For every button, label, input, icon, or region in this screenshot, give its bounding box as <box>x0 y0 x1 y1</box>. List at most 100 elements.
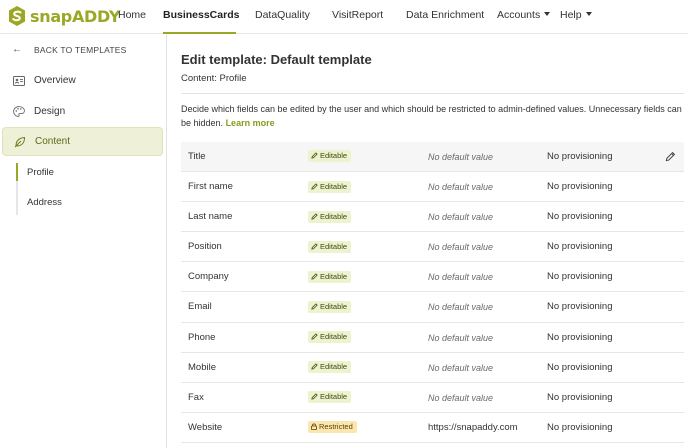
sidebar-item-overview-label: Overview <box>34 75 76 86</box>
learn-more-link[interactable]: Learn more <box>226 118 275 128</box>
table-row[interactable]: First name Editable No default value No pro… <box>181 172 684 203</box>
status-badge-label: Editable <box>320 241 348 251</box>
sidebar-item-content[interactable]: Content <box>2 127 163 156</box>
status-badge-label: Restricted <box>319 422 353 432</box>
pencil-icon <box>311 332 320 341</box>
provisioning-value: No provisioning <box>547 331 613 343</box>
edit-pencil-icon[interactable] <box>665 142 676 172</box>
nav-businesscards[interactable]: BusinessCards <box>163 0 240 34</box>
nav-dataquality-label: DataQuality <box>255 9 310 21</box>
pencil-icon <box>311 212 320 221</box>
provisioning-value: No provisioning <box>547 211 613 223</box>
status-badge[interactable]: Restricted <box>308 421 357 434</box>
default-value: No default value <box>428 212 494 223</box>
description-text: Decide which fields can be edited by the… <box>181 102 684 130</box>
status-badge-cell: Editable <box>308 262 352 292</box>
status-badge[interactable]: Editable <box>308 391 352 404</box>
table-row[interactable]: Last name Editable No default value No prov… <box>181 202 684 233</box>
field-name: Phone <box>188 331 216 343</box>
status-badge[interactable]: Editable <box>308 300 352 313</box>
sidebar-subitem-address[interactable]: Address <box>27 197 62 208</box>
nav-help-label: Help <box>560 9 582 21</box>
subitem-divider-line <box>16 181 18 215</box>
default-value: No default value <box>428 242 494 253</box>
nav-visitreport-label: VisitReport <box>332 9 384 21</box>
sidebar-item-overview[interactable]: Overview <box>2 66 163 95</box>
default-value: No default value <box>428 152 494 162</box>
table-row[interactable]: Phone Editable No default value No provisio… <box>181 323 684 353</box>
provisioning-value: No provisioning <box>547 271 613 283</box>
table-row[interactable]: Mobile Editable No default value No provisi… <box>181 353 684 383</box>
default-value: No default value <box>428 362 494 373</box>
status-badge-cell: Editable <box>308 172 352 202</box>
nav-data-enrichment-label: Data Enrichment <box>406 9 485 21</box>
status-badge-label: Editable <box>320 392 348 402</box>
pencil-icon <box>311 392 320 401</box>
field-name: Fax <box>188 391 204 403</box>
status-badge-label: Editable <box>320 181 348 191</box>
nav-data-enrichment[interactable]: Data Enrichment <box>406 0 484 34</box>
chevron-down-icon <box>585 12 592 16</box>
status-badge-label: Editable <box>320 301 348 311</box>
header-divider <box>181 93 684 94</box>
status-badge[interactable]: Editable <box>308 150 352 163</box>
fields-table: Title Editable No default value No provisio… <box>181 142 684 443</box>
table-row[interactable]: Website Restricted https://snapaddy.com No … <box>181 413 684 443</box>
default-value: No default value <box>428 332 494 343</box>
status-badge[interactable]: Editable <box>308 210 352 223</box>
nav-home[interactable]: Home <box>118 0 146 34</box>
provisioning-value: No provisioning <box>547 181 613 193</box>
sidebar-item-design[interactable]: Design <box>2 97 163 126</box>
nav-help-dropdown[interactable]: Help <box>560 0 592 34</box>
provisioning-value: No provisioning <box>547 361 613 373</box>
provisioning-value: No provisioning <box>547 391 613 403</box>
provisioning-value: No provisioning <box>547 151 613 162</box>
status-badge-cell: Editable <box>308 353 352 383</box>
status-badge[interactable]: Editable <box>308 180 352 193</box>
leaf-icon <box>13 136 27 148</box>
status-badge[interactable]: Editable <box>308 270 352 283</box>
active-subitem-indicator <box>16 163 18 181</box>
arrow-left-icon: ← <box>12 44 23 55</box>
status-badge[interactable]: Editable <box>308 331 352 344</box>
page-subtitle: Content: Profile <box>181 73 247 84</box>
field-name: Title <box>188 151 206 162</box>
back-to-templates-link[interactable]: ← BACK TO TEMPLATES <box>12 44 127 55</box>
status-badge-cell: Editable <box>308 142 352 172</box>
status-badge-cell: Editable <box>308 383 352 413</box>
nav-accounts-dropdown[interactable]: Accounts <box>497 0 551 34</box>
status-badge[interactable]: Editable <box>308 361 352 374</box>
nav-businesscards-label: BusinessCards <box>163 9 240 21</box>
field-name: Website <box>188 421 223 433</box>
provisioning-value: No provisioning <box>547 301 613 313</box>
sidebar: ← BACK TO TEMPLATES Overview Design Cont… <box>0 35 167 448</box>
table-row[interactable]: Position Editable No default value No provi… <box>181 232 684 263</box>
logo-icon <box>9 6 25 26</box>
chevron-down-icon <box>544 12 551 16</box>
field-name: Email <box>188 301 212 313</box>
status-badge-cell: Editable <box>308 292 352 322</box>
pencil-icon <box>311 242 320 251</box>
nav-visitreport[interactable]: VisitReport <box>332 0 383 34</box>
table-row[interactable]: Email Editable No default value No provisio… <box>181 292 684 323</box>
table-row[interactable]: Company Editable No default value No provis… <box>181 262 684 293</box>
status-badge[interactable]: Editable <box>308 240 352 253</box>
page-title: Edit template: Default template <box>181 52 372 67</box>
field-name: Position <box>188 241 222 253</box>
field-name: Mobile <box>188 361 216 373</box>
logo-text: snapADDY <box>30 6 121 26</box>
status-badge-cell: Restricted <box>308 413 357 443</box>
pencil-icon <box>311 272 320 281</box>
nav-home-label: Home <box>118 9 147 21</box>
status-badge-label: Editable <box>320 151 348 161</box>
default-value: No default value <box>428 272 494 283</box>
id-card-icon <box>12 75 26 87</box>
field-name: First name <box>188 181 233 193</box>
table-row[interactable]: Fax Editable No default value No provisioni… <box>181 383 684 413</box>
field-name: Company <box>188 271 229 283</box>
table-row[interactable]: Title Editable No default value No provisio… <box>181 142 684 173</box>
nav-dataquality[interactable]: DataQuality <box>255 0 310 34</box>
sidebar-subitem-profile[interactable]: Profile <box>27 167 54 178</box>
lock-icon <box>311 422 319 431</box>
snapaddy-logo[interactable]: snapADDY <box>7 5 120 27</box>
